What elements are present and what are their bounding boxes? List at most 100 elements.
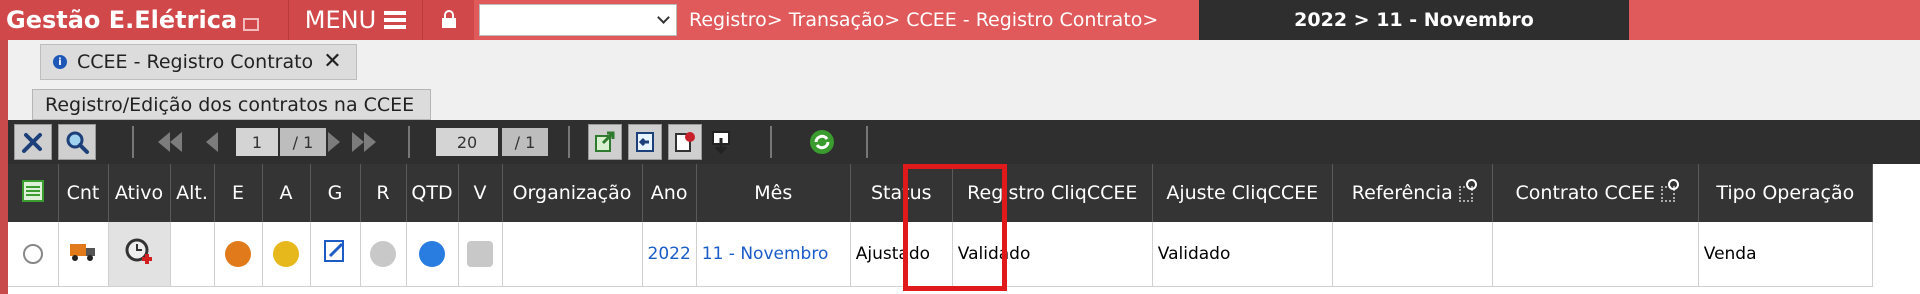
- row-radio[interactable]: [22, 243, 43, 264]
- menu-label: MENU: [304, 6, 377, 34]
- lock-button[interactable]: [422, 0, 474, 40]
- last-page-button[interactable]: [352, 124, 396, 160]
- toolbar-separator: [770, 126, 772, 158]
- col-header-e[interactable]: E: [214, 164, 263, 222]
- toolbar-separator: [568, 126, 570, 158]
- table-row[interactable]: 2022 11 - Novembro Ajustado Validado Val…: [8, 222, 1873, 287]
- checkbox-disabled-icon: [467, 240, 493, 267]
- disabled-action-icon: [370, 240, 396, 267]
- ano-cell[interactable]: 2022: [642, 222, 697, 287]
- report-icon: [675, 132, 695, 152]
- col-header-contrato-ccee[interactable]: Contrato CCEE: [1492, 164, 1699, 222]
- report-button[interactable]: [668, 124, 702, 160]
- sort-search-icon[interactable]: [1661, 178, 1680, 202]
- period-display: 2022 > 11 - Novembro: [1199, 0, 1629, 40]
- toolbar: 1 / 1 20 / 1: [8, 120, 1920, 164]
- import-button[interactable]: [628, 124, 662, 160]
- last-page-icon-part: [364, 132, 376, 152]
- next-page-icon: [328, 132, 340, 152]
- next-page-button[interactable]: [328, 124, 348, 160]
- contrato-ccee-cell: [1492, 222, 1699, 287]
- search-button[interactable]: [58, 124, 96, 160]
- col-header-status[interactable]: Status: [850, 164, 953, 222]
- upload-arrow-icon[interactable]: [419, 240, 445, 267]
- col-header-referencia-label: Referência: [1351, 182, 1453, 204]
- select-all-header[interactable]: [8, 164, 59, 222]
- first-page-icon-part: [170, 132, 182, 152]
- cnt-cell: [58, 222, 109, 287]
- company-select[interactable]: [479, 4, 677, 36]
- chevron-down-icon: [657, 11, 670, 24]
- qtd-cell: [406, 222, 459, 287]
- table-header-row: Cnt Ativo Alt. E A G R QTD V Organização…: [8, 164, 1873, 222]
- tab-ccee-registro-contrato[interactable]: i CCEE - Registro Contrato ✕: [40, 44, 357, 80]
- col-header-r[interactable]: R: [360, 164, 407, 222]
- activity-add-icon[interactable]: [123, 236, 155, 266]
- refresh-icon: [810, 130, 834, 154]
- contracts-table: Cnt Ativo Alt. E A G R QTD V Organização…: [8, 164, 1873, 287]
- tools-button[interactable]: [14, 124, 52, 160]
- minimize-icon[interactable]: [243, 17, 260, 31]
- export-button[interactable]: [588, 124, 622, 160]
- status-cell: Ajustado: [850, 222, 953, 287]
- arrow-right-icon[interactable]: [273, 240, 299, 267]
- refresh-button[interactable]: [804, 124, 840, 160]
- row-select-cell: [8, 222, 59, 287]
- col-header-referencia[interactable]: Referência: [1332, 164, 1493, 222]
- toolbar-separator: [132, 126, 134, 158]
- col-header-registro-cliqccee[interactable]: Registro CliqCCEE: [952, 164, 1153, 222]
- close-icon[interactable]: ✕: [323, 51, 341, 73]
- col-header-ativo[interactable]: Ativo: [108, 164, 171, 222]
- organizacao-cell: [502, 222, 643, 287]
- registro-cliqccee-cell: Validado: [952, 222, 1153, 287]
- menu-button[interactable]: MENU: [288, 0, 422, 40]
- app-title[interactable]: Gestão E.Elétrica: [0, 0, 288, 40]
- prev-page-button[interactable]: [206, 124, 226, 160]
- breadcrumb[interactable]: Registro> Transação> CCEE - Registro Con…: [683, 0, 1199, 40]
- pencil-note-icon[interactable]: [322, 238, 348, 264]
- tab-label: CCEE - Registro Contrato: [77, 51, 314, 73]
- toolbar-separator: [408, 126, 410, 158]
- mes-cell[interactable]: 11 - Novembro: [696, 222, 851, 287]
- download-button[interactable]: [706, 124, 736, 160]
- lock-icon: [441, 10, 456, 28]
- col-header-alt[interactable]: Alt.: [170, 164, 215, 222]
- col-header-v[interactable]: V: [458, 164, 503, 222]
- contracts-grid: Cnt Ativo Alt. E A G R QTD V Organização…: [8, 164, 1920, 294]
- truck-icon[interactable]: [69, 240, 97, 262]
- e-cell: [214, 222, 263, 287]
- import-icon: [636, 132, 654, 152]
- app-title-text: Gestão E.Elétrica: [6, 6, 238, 34]
- col-header-a[interactable]: A: [262, 164, 311, 222]
- filter-search-icon[interactable]: [1458, 178, 1477, 202]
- first-page-icon: [158, 132, 170, 152]
- edit-orange-icon[interactable]: [225, 240, 251, 267]
- ativo-cell: [108, 222, 171, 287]
- col-header-tipo-operacao[interactable]: Tipo Operação: [1698, 164, 1873, 222]
- page-size-input[interactable]: 20: [436, 128, 498, 156]
- prev-page-icon: [206, 132, 218, 152]
- col-header-contrato-label: Contrato CCEE: [1515, 182, 1656, 204]
- tipo-operacao-cell: Venda: [1698, 222, 1873, 287]
- a-cell: [262, 222, 311, 287]
- info-icon: i: [53, 55, 67, 69]
- download-icon: [712, 131, 730, 154]
- tab-row: i CCEE - Registro Contrato ✕: [8, 40, 1920, 83]
- col-header-mes[interactable]: Mês: [696, 164, 851, 222]
- g-cell: [310, 222, 361, 287]
- col-header-cnt[interactable]: Cnt: [58, 164, 109, 222]
- page-size-total: / 1: [502, 128, 548, 156]
- left-edge-bar: [0, 40, 8, 294]
- col-header-ano[interactable]: Ano: [642, 164, 697, 222]
- last-page-icon: [352, 132, 364, 152]
- alt-cell: [170, 222, 215, 287]
- col-header-g[interactable]: G: [310, 164, 361, 222]
- toolbar-separator: [866, 126, 868, 158]
- first-page-button[interactable]: [158, 124, 202, 160]
- page-current-input[interactable]: 1: [236, 128, 278, 156]
- col-header-qtd[interactable]: QTD: [406, 164, 459, 222]
- search-icon: [66, 131, 89, 154]
- col-header-organizacao[interactable]: Organização: [502, 164, 643, 222]
- page-subtitle: Registro/Edição dos contratos na CCEE: [32, 89, 432, 120]
- col-header-ajuste-cliqccee[interactable]: Ajuste CliqCCEE: [1152, 164, 1333, 222]
